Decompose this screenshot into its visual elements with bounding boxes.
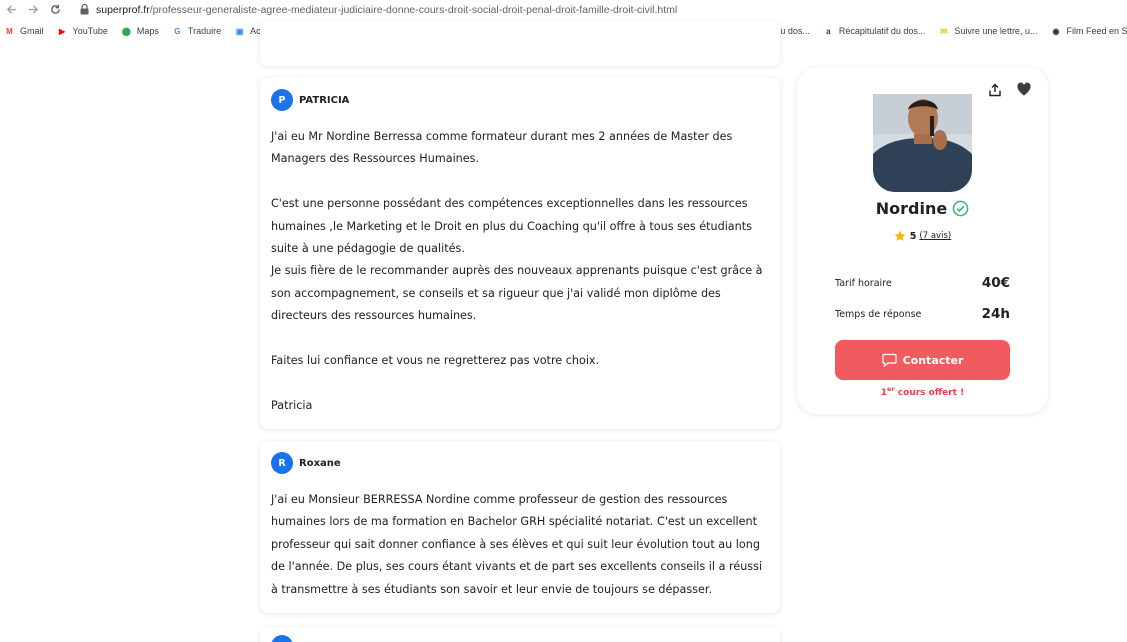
- verified-check-icon: [952, 200, 969, 217]
- offer-text: cours offert !: [894, 388, 965, 398]
- offer-superscript: er: [887, 385, 895, 393]
- bookmark-label: YouTube: [72, 26, 108, 36]
- bookmark-label: Suivre une lettre, u...: [954, 26, 1038, 36]
- hourly-rate-value: 40€: [981, 275, 1010, 291]
- back-button[interactable]: [0, 0, 22, 19]
- response-time-row: Temps de réponse 24h: [835, 306, 1010, 322]
- address-bar-row: superprof.fr/professeur-generaliste-agre…: [0, 0, 1127, 19]
- first-lesson-offer: 1er cours offert !: [797, 385, 1048, 398]
- star-icon: [894, 230, 906, 241]
- review-paragraph: Faites lui confiance et vous ne regrette…: [271, 354, 600, 368]
- maps-icon: ⬤: [121, 26, 131, 36]
- back-arrow-icon: [6, 5, 16, 14]
- hourly-rate-label: Tarif horaire: [835, 277, 892, 289]
- review-paragraph: C'est une personne possédant des compéte…: [271, 197, 752, 256]
- film-reel-icon: ◉: [1052, 26, 1060, 36]
- review-paragraph: J'ai eu Mr Nordine Berressa comme format…: [271, 130, 733, 166]
- review-text: J'ai eu Mr Nordine Berressa comme format…: [271, 126, 771, 417]
- tutor-photo: [873, 94, 972, 192]
- translate-icon: G: [174, 26, 181, 36]
- tutor-name: Nordine: [875, 199, 948, 218]
- bookmark-item[interactable]: ✉ Suivre une lettre, u...: [938, 26, 1038, 37]
- reviews-count-link[interactable]: (7 avis): [919, 231, 951, 241]
- url-field[interactable]: superprof.fr/professeur-generaliste-agre…: [96, 4, 677, 16]
- bookmark-item[interactable]: ▶ YouTube: [57, 26, 108, 37]
- bookmark-item[interactable]: M Gmail: [4, 26, 44, 37]
- rating-value: 5: [909, 230, 917, 242]
- reload-icon: [50, 4, 60, 14]
- reviews-count-text: 7 avis: [922, 231, 948, 241]
- bookmark-item[interactable]: G Traduire: [172, 26, 221, 37]
- url-domain: superprof.fr: [96, 3, 150, 16]
- forward-arrow-icon: [28, 5, 38, 14]
- response-time-label: Temps de réponse: [835, 308, 922, 320]
- review-header: P PATRICIA: [271, 89, 349, 111]
- review-card: P PATRICIA J'ai eu Mr Nordine Berressa c…: [260, 78, 780, 429]
- review-signature: Patricia: [271, 398, 313, 412]
- hourly-rate-row: Tarif horaire 40€: [835, 275, 1010, 291]
- laposte-icon: ✉: [940, 26, 948, 36]
- previous-review-card: [260, 21, 780, 66]
- heart-icon[interactable]: [1016, 81, 1032, 97]
- chat-bubble-icon: [881, 353, 897, 367]
- review-paragraph: J'ai eu Monsieur BERRESSA Nordine comme …: [271, 493, 763, 596]
- bookmark-label: Maps: [136, 26, 159, 36]
- bookmark-label: Gmail: [20, 26, 44, 36]
- bookmark-label: Film Feed en Strea...: [1066, 26, 1127, 36]
- reviewer-avatar: [271, 635, 293, 642]
- bookmark-item[interactable]: a Récapitulatif du dos...: [823, 26, 926, 37]
- page-content: P PATRICIA J'ai eu Mr Nordine Berressa c…: [0, 21, 1127, 642]
- tutor-profile-card: Nordine 5 (7 avis) Tarif horaire 40€ Tem…: [797, 67, 1048, 414]
- contact-label: Contacter: [902, 353, 964, 367]
- response-time-value: 24h: [981, 306, 1010, 322]
- tutor-name-row: Nordine: [797, 199, 1048, 218]
- bookmark-label: Traduire: [187, 26, 222, 36]
- reviewer-name: Roxane: [299, 457, 341, 469]
- contact-button[interactable]: Contacter: [835, 340, 1010, 380]
- gmail-icon: M: [6, 26, 13, 36]
- reload-button[interactable]: [44, 0, 66, 19]
- bookmark-item[interactable]: ⬤ Maps: [121, 26, 159, 37]
- review-card: R Roxane J'ai eu Monsieur BERRESSA Nordi…: [260, 441, 780, 613]
- review-paragraph: Je suis fière de le recommander auprès d…: [271, 264, 763, 323]
- share-icon[interactable]: [988, 82, 1002, 97]
- lock-icon[interactable]: [78, 4, 90, 16]
- ameli-icon: a: [826, 26, 831, 36]
- bookmark-item[interactable]: ◉ Film Feed en Strea...: [1050, 26, 1127, 37]
- news-icon: ▣: [235, 26, 244, 36]
- url-path: /professeur-generaliste-agree-mediateur-…: [149, 3, 678, 16]
- bookmark-label: Récapitulatif du dos...: [838, 26, 926, 36]
- review-text: J'ai eu Monsieur BERRESSA Nordine comme …: [271, 489, 771, 601]
- rating-row: 5 (7 avis): [797, 230, 1048, 242]
- reviewer-avatar: P: [271, 89, 293, 111]
- youtube-icon: ▶: [58, 26, 66, 36]
- review-header: R Roxane: [271, 452, 341, 474]
- reviewer-name: PATRICIA: [299, 94, 350, 106]
- next-review-card: [260, 627, 780, 642]
- forward-button[interactable]: [22, 0, 44, 19]
- reviewer-avatar: R: [271, 452, 293, 474]
